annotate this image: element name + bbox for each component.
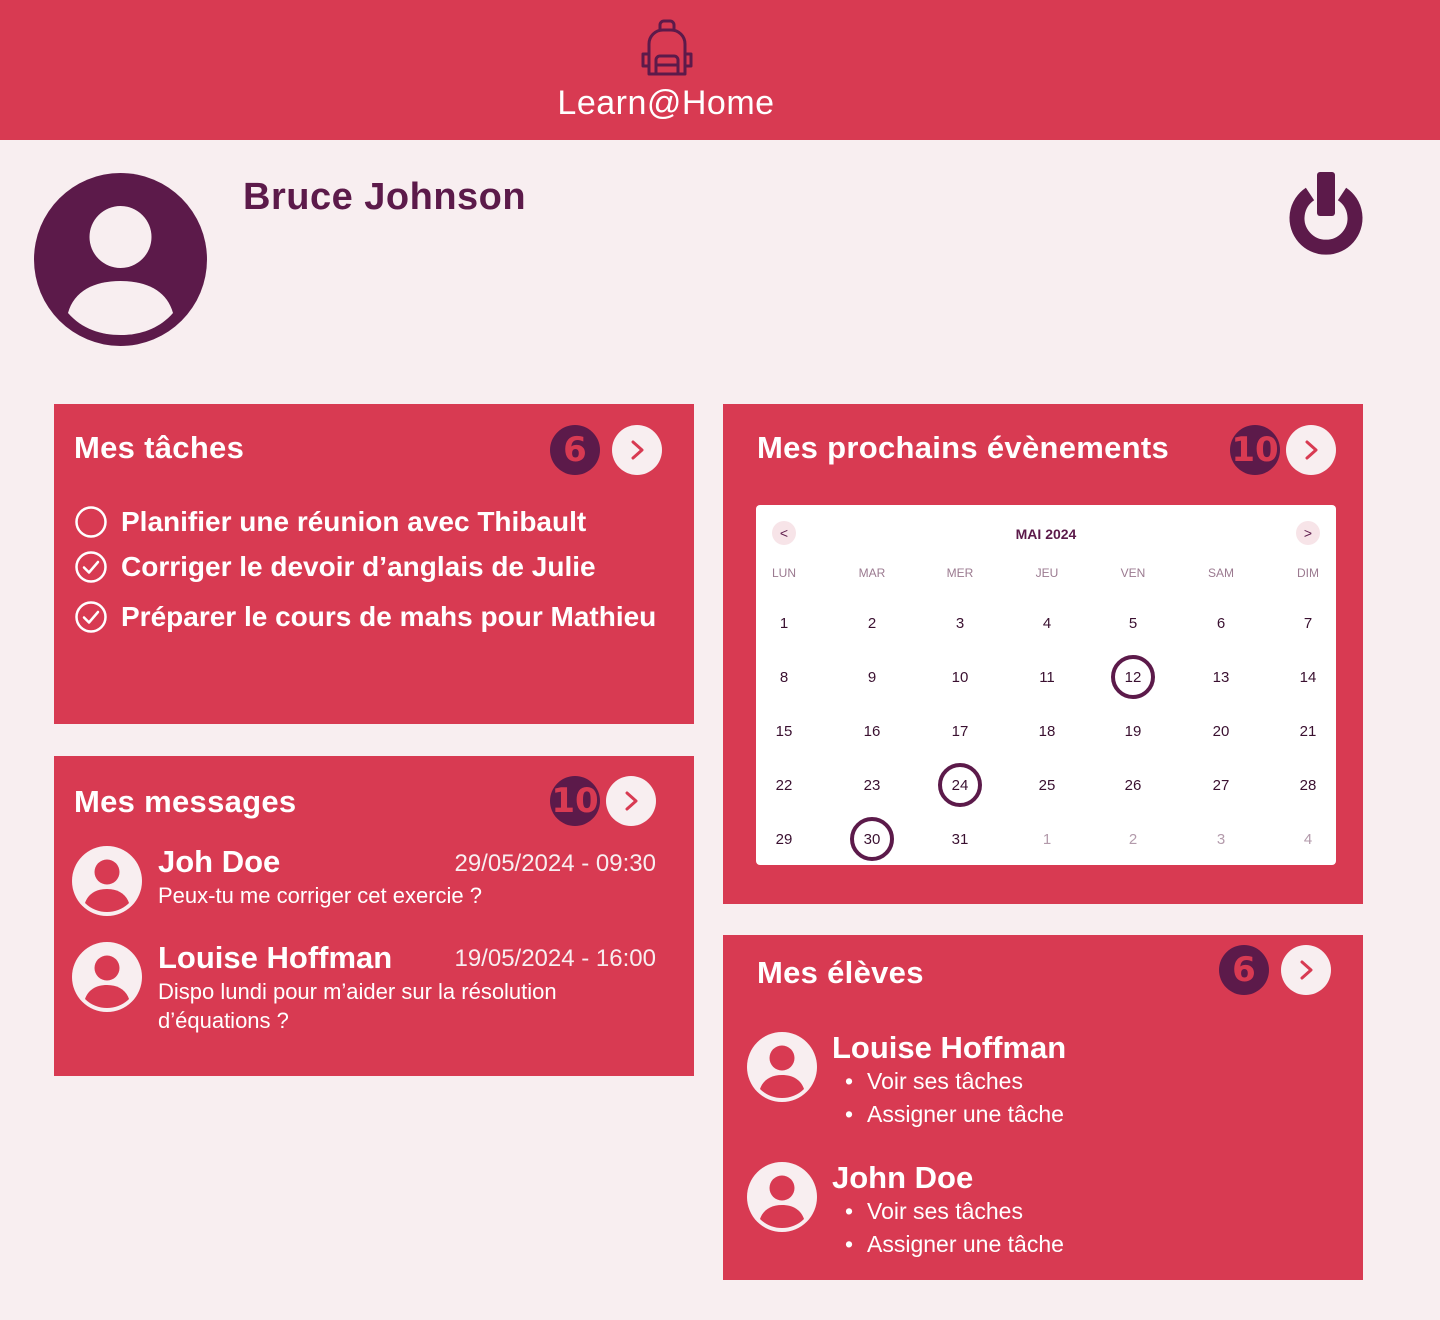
calendar-day-22[interactable]: 22: [762, 763, 806, 807]
calendar-day-13[interactable]: 13: [1199, 655, 1243, 699]
chevron-right-icon: [625, 791, 638, 811]
calendar-month-label: MAI 2024: [1015, 526, 1077, 542]
student-actions: Voir ses tâches Assigner une tâche: [845, 1195, 1064, 1261]
calendar-day-24[interactable]: 24: [938, 763, 982, 807]
calendar-day-next-month[interactable]: 1: [1025, 817, 1069, 861]
circle-unchecked-icon: [75, 506, 107, 538]
calendar-day-next-month[interactable]: 2: [1111, 817, 1155, 861]
assign-task-link[interactable]: Assigner une tâche: [845, 1098, 1064, 1131]
message-sender: Louise Hoffman: [158, 940, 393, 975]
app-name: Learn@Home: [557, 84, 775, 122]
messages-card: Mes messages 10 Joh Doe 29/05/2024 - 09:…: [54, 756, 694, 1076]
user-avatar-icon: [34, 173, 207, 346]
chevron-right-icon: [631, 440, 644, 460]
tasks-card: Mes tâches 6 Planifier une réunion avec …: [54, 404, 694, 724]
view-tasks-link[interactable]: Voir ses tâches: [845, 1195, 1064, 1228]
calendar-weekday-sam: SAM: [1207, 566, 1234, 580]
calendar-day-23[interactable]: 23: [850, 763, 894, 807]
calendar-day-next-month[interactable]: 4: [1286, 817, 1330, 861]
view-tasks-link[interactable]: Voir ses tâches: [845, 1065, 1064, 1098]
backpack-icon: [641, 19, 693, 76]
calendar-day-31[interactable]: 31: [938, 817, 982, 861]
calendar-weekday-ven: VEN: [1120, 566, 1146, 580]
calendar-day-30[interactable]: 30: [850, 817, 894, 861]
calendar-day-10[interactable]: 10: [938, 655, 982, 699]
calendar-weekday-dim: DIM: [1297, 566, 1319, 580]
calendar-day-next-month[interactable]: 3: [1199, 817, 1243, 861]
task-item[interactable]: Planifier une réunion avec Thibault: [74, 505, 586, 539]
circle-check-icon: [75, 601, 107, 633]
calendar-day-12[interactable]: 12: [1111, 655, 1155, 699]
calendar-weekday-lun: LUN: [771, 566, 796, 580]
calendar-day-5[interactable]: 5: [1111, 601, 1155, 645]
calendar-day-17[interactable]: 17: [938, 709, 982, 753]
calendar-day-15[interactable]: 15: [762, 709, 806, 753]
task-label: Planifier une réunion avec Thibault: [121, 506, 587, 537]
chevron-right-icon: [1300, 960, 1313, 980]
user-avatar-icon: [747, 1162, 817, 1232]
students-more-button[interactable]: [1281, 945, 1331, 995]
task-label: Corriger le devoir d’anglais de Julie: [121, 551, 596, 582]
tasks-title: Mes tâches: [74, 430, 245, 465]
calendar-day-16[interactable]: 16: [850, 709, 894, 753]
events-more-button[interactable]: [1286, 425, 1336, 475]
messages-title: Mes messages: [74, 784, 297, 819]
calendar-weekday-mer: MER: [946, 566, 974, 580]
user-avatar-icon: [747, 1032, 817, 1102]
messages-more-button[interactable]: [606, 776, 656, 826]
message-sender: Joh Doe: [158, 844, 281, 879]
tasks-more-button[interactable]: [612, 425, 662, 475]
calendar-day-14[interactable]: 14: [1286, 655, 1330, 699]
user-name: Bruce Johnson: [243, 176, 527, 218]
message-preview: Dispo lundi pour m’aider sur la résoluti…: [158, 979, 557, 1033]
calendar-next-button[interactable]: >: [1296, 521, 1320, 545]
events-count-badge: 10: [1230, 425, 1280, 475]
calendar-day-7[interactable]: 7: [1286, 601, 1330, 645]
events-card: Mes prochains évènements 10 < MAI 2024 >…: [723, 404, 1363, 904]
calendar-day-11[interactable]: 11: [1025, 655, 1069, 699]
calendar-day-26[interactable]: 26: [1111, 763, 1155, 807]
calendar-day-9[interactable]: 9: [850, 655, 894, 699]
calendar-day-21[interactable]: 21: [1286, 709, 1330, 753]
student-name: Louise Hoffman: [832, 1030, 1067, 1065]
student-name: John Doe: [832, 1160, 974, 1195]
power-icon[interactable]: [1286, 172, 1366, 256]
calendar-day-1[interactable]: 1: [762, 601, 806, 645]
messages-count-badge: 10: [550, 776, 600, 826]
calendar-weekday-jeu: JEU: [1035, 566, 1059, 580]
calendar-day-29[interactable]: 29: [762, 817, 806, 861]
calendar-day-8[interactable]: 8: [762, 655, 806, 699]
message-datetime: 19/05/2024 - 16:00: [454, 945, 656, 972]
top-header: Learn@Home: [0, 0, 1440, 140]
calendar-day-20[interactable]: 20: [1199, 709, 1243, 753]
calendar-day-19[interactable]: 19: [1111, 709, 1155, 753]
user-avatar-icon: [72, 846, 142, 916]
calendar-day-2[interactable]: 2: [850, 601, 894, 645]
calendar-weekday-mar: MAR: [858, 566, 886, 580]
calendar-day-25[interactable]: 25: [1025, 763, 1069, 807]
calendar-day-3[interactable]: 3: [938, 601, 982, 645]
task-item[interactable]: Préparer le cours de mahs pour Mathieu: [74, 600, 656, 634]
calendar: < MAI 2024 > LUN MAR MER JEU VEN SAM DIM 1 2 3 4 5 6…: [756, 505, 1336, 865]
student-actions: Voir ses tâches Assigner une tâche: [845, 1065, 1064, 1131]
tasks-count-badge: 6: [550, 425, 600, 475]
calendar-day-4[interactable]: 4: [1025, 601, 1069, 645]
calendar-day-28[interactable]: 28: [1286, 763, 1330, 807]
task-item[interactable]: Corriger le devoir d’anglais de Julie: [74, 550, 596, 584]
calendar-day-27[interactable]: 27: [1199, 763, 1243, 807]
circle-check-icon: [75, 551, 107, 583]
task-label: Préparer le cours de mahs pour Mathieu: [121, 601, 657, 632]
user-avatar-icon: [72, 942, 142, 1012]
students-count-badge: 6: [1219, 945, 1269, 995]
students-title: Mes élèves: [757, 955, 924, 990]
chevron-right-icon: [1305, 440, 1318, 460]
message-preview: Peux-tu me corriger cet exercie ?: [158, 883, 483, 908]
assign-task-link[interactable]: Assigner une tâche: [845, 1228, 1064, 1261]
calendar-day-6[interactable]: 6: [1199, 601, 1243, 645]
students-card: Mes élèves 6 Louise Hoffman Voir ses tâc…: [723, 935, 1363, 1280]
events-title: Mes prochains évènements: [757, 430, 1170, 465]
calendar-day-18[interactable]: 18: [1025, 709, 1069, 753]
message-datetime: 29/05/2024 - 09:30: [454, 850, 656, 877]
